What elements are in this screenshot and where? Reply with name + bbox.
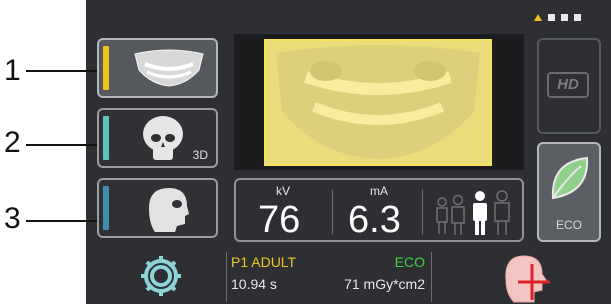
mode-color-bar — [103, 116, 109, 160]
hd-button[interactable]: HD — [537, 38, 601, 134]
page-dot — [561, 13, 568, 21]
preview-area — [234, 34, 524, 170]
program-label: P1 ADULT — [231, 254, 297, 270]
callout-3: 3 — [4, 202, 21, 235]
status-panel: P1 ADULT ECO 10.94 s 71 mGy*cm2 — [226, 252, 432, 302]
page-indicator — [534, 12, 581, 22]
jaw-xray-illustration — [276, 45, 480, 159]
mode-color-bar — [103, 186, 109, 230]
exposure-time: 10.94 s — [231, 276, 277, 292]
eco-status: ECO — [394, 254, 425, 270]
head-positioning-icon[interactable] — [500, 250, 552, 304]
mode-panoramic-button[interactable] — [97, 38, 218, 98]
dose-value: 71 mGy*cm2 — [344, 276, 425, 292]
param-divider — [332, 190, 333, 234]
mode-3d-button[interactable]: 3D — [97, 108, 218, 168]
param-divider — [422, 190, 423, 234]
page-dot-active — [534, 13, 542, 21]
settings-gear-icon[interactable] — [137, 252, 185, 300]
kv-label: kV — [276, 184, 291, 198]
kv-value[interactable]: 76 — [258, 200, 300, 240]
ma-label: mA — [370, 184, 388, 198]
mode-3d-badge: 3D — [192, 148, 208, 162]
page-dot — [574, 13, 581, 21]
page-dot — [548, 13, 555, 21]
hd-label: HD — [547, 72, 589, 98]
ma-value[interactable]: 6.3 — [348, 200, 401, 240]
callout-1: 1 — [4, 54, 21, 87]
patient-size-icon[interactable] — [432, 188, 518, 238]
eco-label: ECO — [555, 218, 582, 232]
leaf-icon — [551, 156, 589, 200]
panoramic-preview-image — [264, 39, 492, 166]
jaw-icon — [134, 49, 204, 87]
skull-profile-icon — [149, 188, 189, 232]
mode-color-bar — [103, 46, 109, 90]
callout-2: 2 — [4, 126, 21, 159]
mode-ceph-button[interactable] — [97, 178, 218, 238]
exposure-parameters: kV 76 mA 6.3 — [234, 178, 524, 242]
eco-button[interactable]: ECO — [537, 142, 601, 242]
